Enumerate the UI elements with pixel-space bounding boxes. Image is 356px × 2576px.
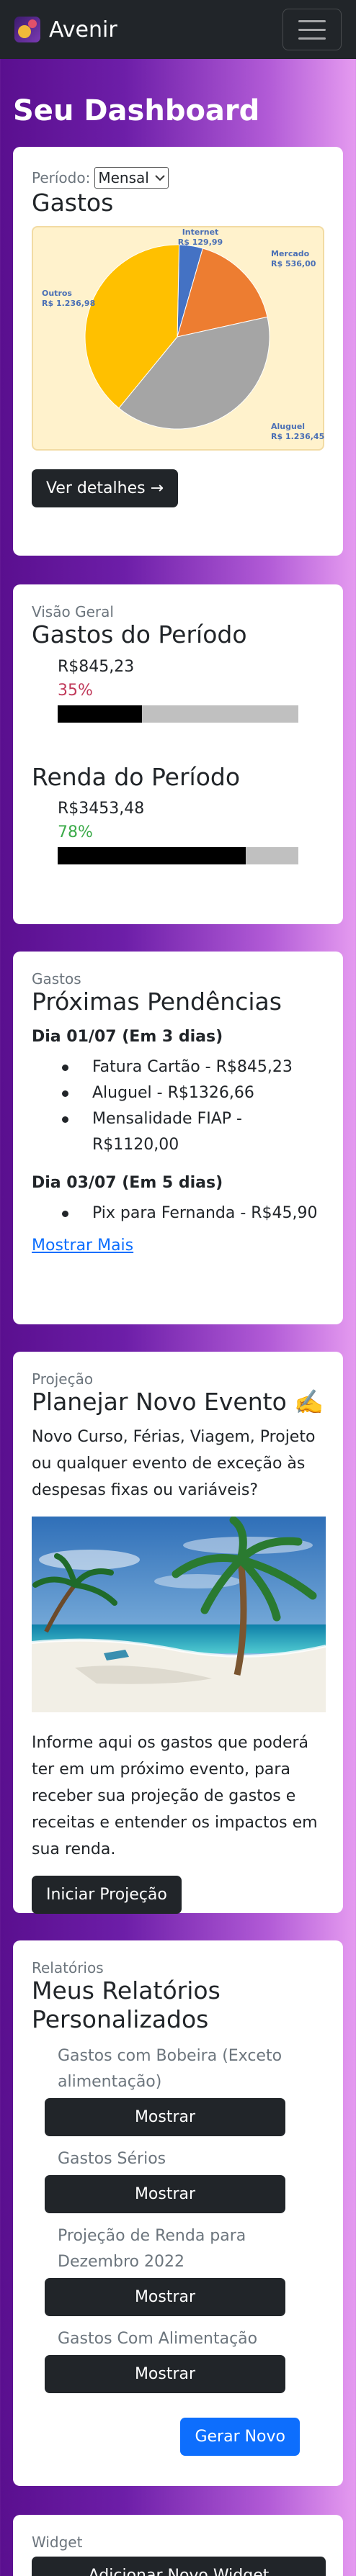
reports-title: Meus Relatórios Personalizados (32, 1976, 221, 2033)
hamburger-icon[interactable] (282, 9, 342, 50)
period-income-progress (58, 846, 298, 864)
pie-label-internet: Internet (182, 227, 219, 237)
period-select[interactable]: Mensal (94, 167, 169, 189)
page-title: Seu Dashboard (13, 94, 260, 127)
start-projection-button[interactable]: Iniciar Projeção (32, 1875, 182, 1914)
pie-value-aluguel: R$ 1.236,45 (271, 432, 324, 441)
reports-subtitle: Relatórios (32, 1959, 104, 1976)
expenses-pie-chart: Internet R$ 129,99 Mercado R$ 536,00 Aluguel… (32, 225, 324, 451)
show-more-link[interactable]: Mostrar Mais (32, 1237, 133, 1255)
report-label: Gastos Sérios (58, 2150, 166, 2169)
brand-name: Avenir (49, 17, 117, 42)
period-label: Período: (32, 169, 91, 186)
show-report-button[interactable]: Mostrar (45, 2278, 285, 2317)
brand[interactable]: Avenir (14, 17, 117, 42)
beach-illustration (32, 1516, 326, 1712)
period-income-title: Renda do Período (32, 762, 241, 791)
add-widget-button[interactable]: Adicionar Novo Widget (32, 2557, 326, 2576)
chevron-down-icon (155, 175, 165, 181)
pending-item: Fatura Cartão - R$845,23 (32, 1054, 324, 1080)
pie-value-mercado: R$ 536,00 (271, 259, 316, 268)
beach-image (32, 1516, 326, 1712)
pending-title: Próximas Pendências (32, 988, 282, 1016)
period-income-percent: 78% (58, 823, 93, 841)
pie-chart-svg: InternetR$ 129,99 MercadoR$ 536,00 Aluguel… (42, 227, 324, 441)
report-item: Gastos Sérios Mostrar (32, 2146, 324, 2214)
period-expenses-progress-fill (58, 705, 142, 723)
period-filter: Período: Mensal (32, 167, 324, 189)
report-label: Gastos com Bobeira (Exceto alimentação) (58, 2047, 282, 2092)
pie-value-internet: R$ 129,99 (178, 238, 223, 247)
report-label: Projeção de Renda para Dezembro 2022 (58, 2227, 246, 2272)
report-item: Gastos com Bobeira (Exceto alimentação) … (32, 2043, 324, 2137)
report-item: Projeção de Renda para Dezembro 2022 Mos… (32, 2223, 324, 2317)
gastos-title: Gastos (32, 189, 114, 217)
pending-payments-card: Gastos Próximas Pendências Dia 01/07 (Em… (13, 952, 343, 1324)
pie-value-outros: R$ 1.236,98 (42, 299, 95, 308)
day-heading: Dia 01/07 (Em 3 dias) (32, 1027, 223, 1046)
pending-list: Fatura Cartão - R$845,23 Aluguel - R$132… (32, 1054, 324, 1158)
period-income-value: R$3453,48 (58, 799, 145, 818)
period-expenses-progress (58, 705, 298, 723)
pending-subtitle: Gastos (32, 970, 81, 988)
report-label: Gastos Com Alimentação (58, 2330, 258, 2349)
report-item: Gastos Com Alimentação Mostrar (32, 2326, 324, 2394)
period-expenses-percent: 35% (58, 681, 93, 700)
pending-item: Mensalidade FIAP - R$1120,00 (32, 1106, 324, 1158)
top-navbar: Avenir (0, 0, 356, 59)
projection-body: Informe aqui os gastos que poderá ter em… (32, 1733, 318, 1858)
generate-report-button[interactable]: Gerar Novo (180, 2418, 300, 2457)
pie-label-outros: Outros (42, 289, 72, 298)
period-expenses-value: R$845,23 (58, 657, 135, 676)
pending-item: Aluguel - R$1326,66 (32, 1080, 324, 1106)
widget-card: Widget Adicionar Novo Widget (13, 2515, 343, 2576)
show-report-button[interactable]: Mostrar (45, 2175, 285, 2214)
pending-list: Pix para Fernanda - R$45,90 (32, 1201, 324, 1226)
overview-card: Visão Geral Gastos do Período R$845,23 3… (13, 584, 343, 924)
pending-item: Pix para Fernanda - R$45,90 (32, 1201, 324, 1226)
projection-title: Planejar Novo Evento ✍️ (32, 1388, 324, 1416)
period-expenses-title: Gastos do Período (32, 620, 247, 648)
details-button[interactable]: Ver detalhes → (32, 469, 179, 507)
reports-card: Relatórios Meus Relatórios Personalizado… (13, 1940, 343, 2486)
period-selected-value: Mensal (98, 169, 149, 186)
brand-logo-icon (14, 17, 40, 42)
show-report-button[interactable]: Mostrar (45, 2098, 285, 2137)
show-report-button[interactable]: Mostrar (45, 2355, 285, 2394)
pie-label-aluguel: Aluguel (271, 422, 305, 431)
widget-subtitle: Widget (32, 2534, 83, 2551)
projection-intro: Novo Curso, Férias, Viagem, Projeto ou q… (32, 1427, 316, 1499)
overview-subtitle: Visão Geral (32, 603, 114, 620)
period-income-progress-fill (58, 846, 246, 864)
pie-label-mercado: Mercado (271, 249, 310, 258)
new-report-wrap: Gerar Novo (32, 2418, 324, 2457)
projection-card: Projeção Planejar Novo Evento ✍️ Novo Cu… (13, 1352, 343, 1914)
projection-subtitle: Projeção (32, 1370, 94, 1388)
gastos-card: Período: Mensal Gastos Internet R$ 129,99… (13, 147, 343, 556)
day-heading: Dia 03/07 (Em 5 dias) (32, 1173, 223, 1192)
